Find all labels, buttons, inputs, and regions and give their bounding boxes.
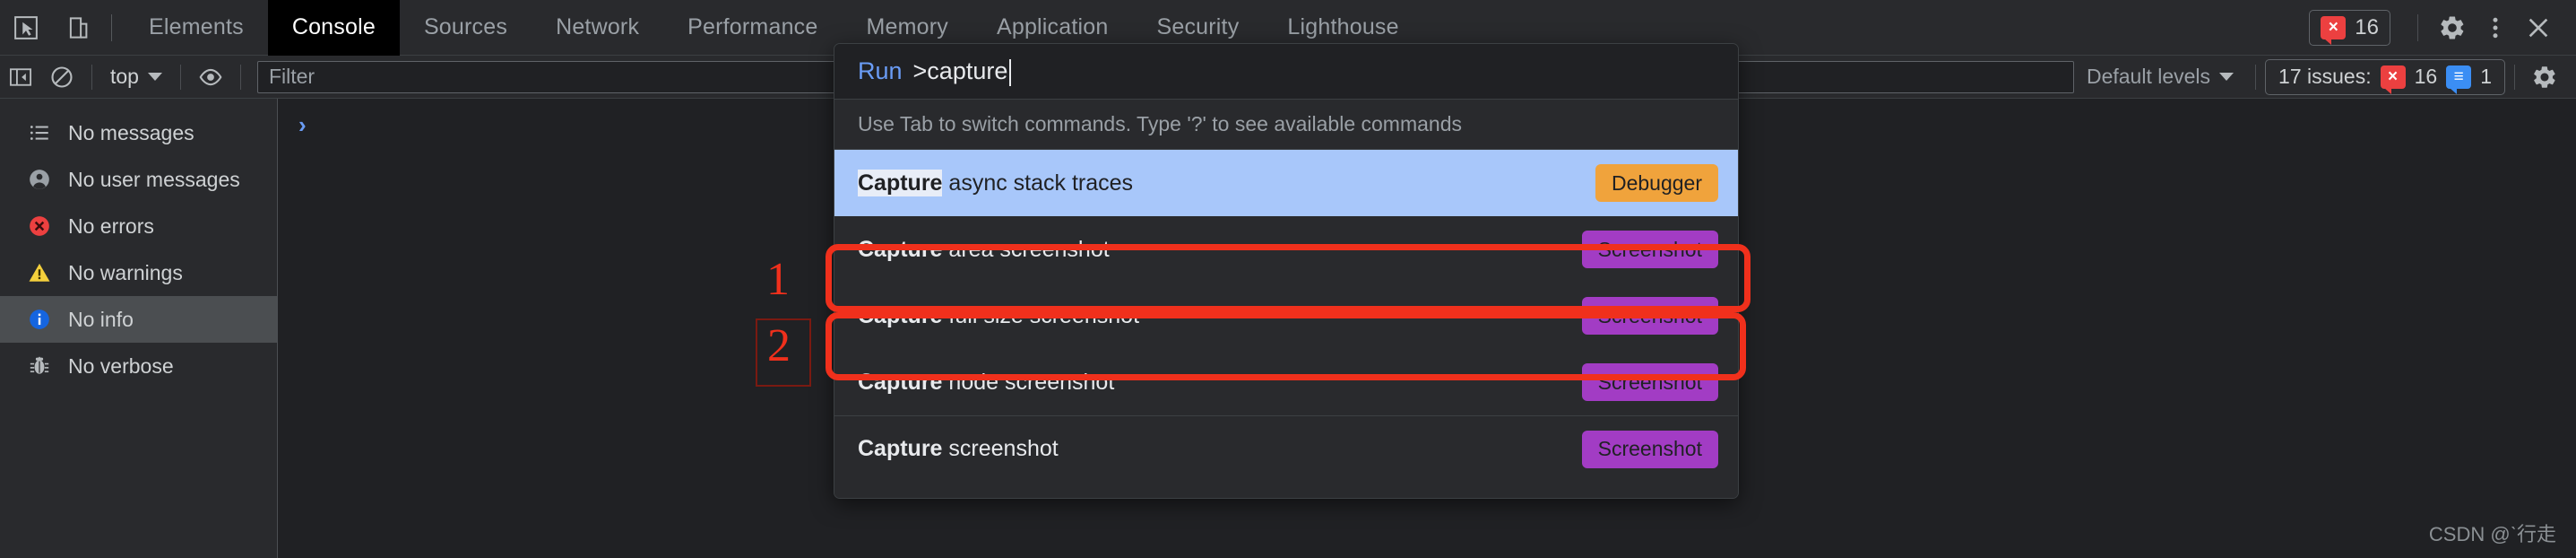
sidebar-item-messages[interactable]: No messages [0,109,277,156]
tab-sources[interactable]: Sources [400,0,532,56]
issues-summary-badge[interactable]: 17 issues: × 16 ≡ 1 [2265,58,2505,95]
devtools-window: Elements Console Sources Network Perform… [0,0,2576,558]
sidebar-item-label: No warnings [68,260,183,284]
error-count-label: 16 [2355,14,2379,39]
sidebar-item-label: No errors [68,214,154,238]
sidebar-item-label: No verbose [68,353,174,378]
error-icon: × [2380,65,2406,94]
toolbar-divider [2514,64,2515,90]
info-issue-icon: ≡ [2446,65,2472,94]
command-item-label: Capture async stack traces [858,169,1134,196]
command-item-capture-screenshot[interactable]: Capture screenshot Screenshot [834,415,1738,482]
command-item-label: Capture screenshot [858,436,1059,461]
tab-performance[interactable]: Performance [663,0,842,56]
command-item-capture-async-stack-traces[interactable]: Capture async stack traces Debugger [834,150,1738,216]
command-item-capture-node-screenshot[interactable]: Capture node screenshot Screenshot [834,349,1738,415]
user-icon [27,167,52,192]
tabbar-right-divider [2417,13,2418,41]
sidebar-item-user-messages[interactable]: No user messages [0,156,277,203]
sidebar-item-label: No messages [68,120,194,144]
issues-info-count: 1 [2480,65,2492,88]
tab-console[interactable]: Console [267,0,400,56]
command-palette-hint: Use Tab to switch commands. Type '?' to … [834,100,1738,150]
tab-label: Console [291,14,376,39]
filter-placeholder: Filter [268,65,316,88]
warning-icon [27,260,52,285]
tab-label: Elements [149,14,244,39]
toolbar-divider [2255,64,2257,90]
tab-label: Performance [687,14,818,39]
error-icon [27,214,52,239]
command-item-label: Capture node screenshot [858,369,1115,395]
sidebar-item-warnings[interactable]: No warnings [0,249,277,296]
tab-label: Application [996,14,1109,39]
command-item-label: Capture area screenshot [858,236,1110,262]
annotation-marker-1: 1 [766,254,790,305]
console-sidebar: No messages No user messages No errors N… [0,99,278,558]
command-item-tag: Screenshot [1581,363,1718,401]
device-toolbar-icon[interactable] [52,0,104,56]
sidebar-item-label: No user messages [68,167,240,191]
command-item-label: Capture full size screenshot [858,302,1140,328]
toolbar-divider [239,64,241,90]
list-icon [27,120,52,145]
tab-label: Lighthouse [1287,14,1399,39]
tab-network[interactable]: Network [532,0,663,56]
console-prompt-icon: › [298,111,307,138]
execution-context-label: top [110,65,139,88]
command-item-tag: Screenshot [1581,430,1718,468]
command-item-tag: Screenshot [1581,297,1718,335]
sidebar-item-verbose[interactable]: No verbose [0,343,277,389]
chevron-down-icon [147,73,162,81]
gear-icon[interactable] [2431,3,2474,53]
toolbar-divider [91,64,92,90]
sidebar-item-errors[interactable]: No errors [0,203,277,249]
log-levels-dropdown[interactable]: Default levels [2074,60,2246,94]
chevron-down-icon [2219,73,2235,81]
tab-label: Network [556,14,640,39]
tab-label: Sources [423,14,508,39]
console-settings-gear-icon[interactable] [2524,56,2565,99]
command-palette: Run >capture Use Tab to switch commands.… [834,43,1739,499]
command-item-tag: Screenshot [1581,231,1718,268]
command-palette-list: Capture async stack traces Debugger Capt… [834,150,1738,498]
tabbar-divider [111,13,112,41]
command-item-capture-area-screenshot[interactable]: Capture area screenshot Screenshot [834,216,1738,283]
log-levels-label: Default levels [2086,65,2211,88]
tab-elements[interactable]: Elements [125,0,268,56]
command-palette-prefix: Run [858,57,903,84]
sidebar-item-label: No info [68,307,134,331]
toolbar-divider [179,64,181,90]
command-item-tag: Debugger [1595,164,1718,202]
issues-error-count: 16 [2414,65,2438,88]
command-palette-input[interactable]: Run >capture [834,44,1738,100]
command-item-capture-full-size-screenshot[interactable]: Capture full size screenshot Screenshot [834,283,1738,349]
annotation-marker-2: 2 [767,320,791,371]
sidebar-item-info[interactable]: No info [0,296,277,343]
sidebar-toggle-icon[interactable] [0,56,41,99]
command-palette-query: >capture [912,57,1012,86]
issues-label: 17 issues: [2278,65,2372,88]
tab-label: Security [1156,14,1240,39]
tab-label: Memory [866,14,948,39]
info-icon [27,307,52,332]
watermark-text: CSDN @ˋ行走 [2428,523,2556,545]
kebab-menu-icon[interactable] [2474,3,2517,53]
live-expression-eye-icon[interactable] [190,56,231,99]
close-icon[interactable] [2517,3,2560,53]
error-icon: × [2321,15,2347,45]
error-count-badge[interactable]: × 16 [2309,9,2390,46]
inspect-element-icon[interactable] [0,0,52,56]
bug-icon [27,353,52,379]
console-toolbar-right: Default levels 17 issues: × 16 ≡ 1 [2074,56,2576,99]
clear-console-icon[interactable] [41,56,82,99]
execution-context-dropdown[interactable]: top [101,60,171,94]
tabbar-right-controls: × 16 [2309,0,2576,56]
